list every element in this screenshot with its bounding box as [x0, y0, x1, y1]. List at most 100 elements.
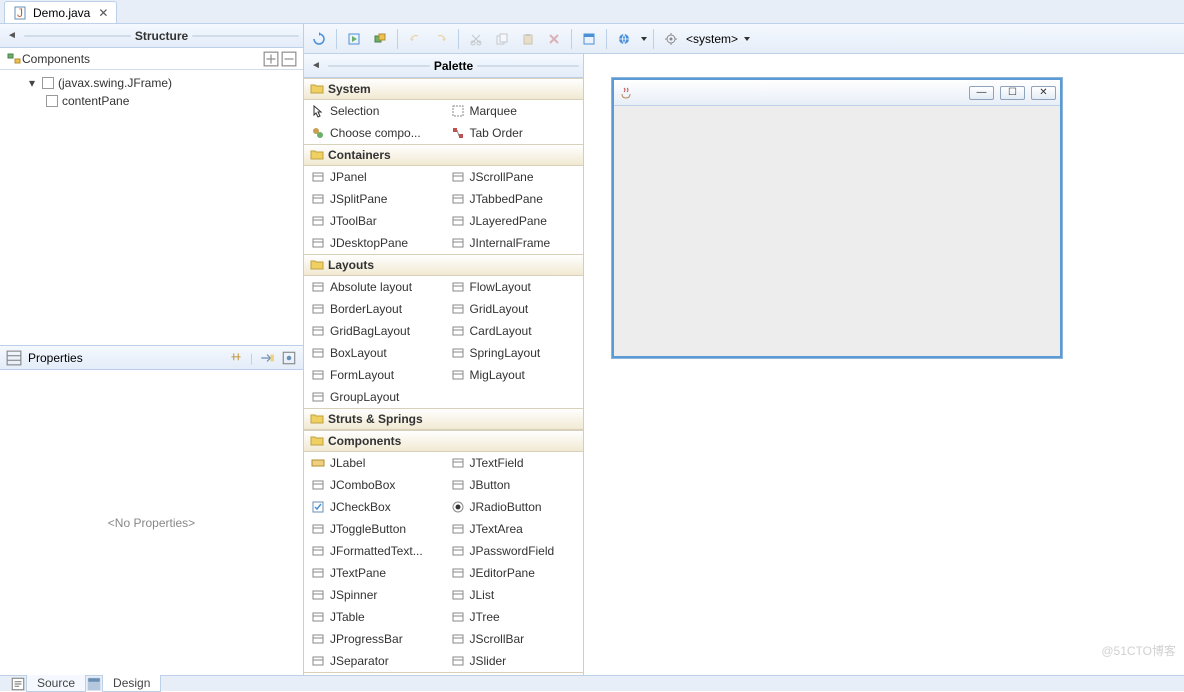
palette-item[interactable]: JRadioButton [444, 496, 584, 518]
palette-item[interactable]: JPasswordField [444, 540, 584, 562]
minimize-button[interactable]: — [969, 86, 994, 100]
tree-checkbox[interactable] [42, 77, 54, 89]
palette-category[interactable]: Layouts [304, 254, 583, 276]
palette-item[interactable]: JList [444, 584, 584, 606]
palette-item[interactable]: CardLayout [444, 320, 584, 342]
tab-design[interactable]: Design [102, 675, 161, 692]
palette-item[interactable]: JButton [444, 474, 584, 496]
tree-checkbox[interactable] [46, 95, 58, 107]
palette-item[interactable]: GridBagLayout [304, 320, 444, 342]
palette-item[interactable]: BoxLayout [304, 342, 444, 364]
collapse-all-icon[interactable] [281, 51, 297, 67]
gridlayout-icon [450, 301, 466, 317]
palette-item[interactable]: BorderLayout [304, 298, 444, 320]
palette-item[interactable]: JProgressBar [304, 628, 444, 650]
palette-item[interactable]: Choose compo... [304, 122, 444, 144]
close-icon[interactable]: ✕ [98, 6, 108, 20]
borderlayout-icon [310, 301, 326, 317]
panel-icon [310, 169, 326, 185]
palette-item[interactable]: JInternalFrame [444, 232, 584, 254]
palette-item[interactable]: JTextField [444, 452, 584, 474]
test-button[interactable] [343, 28, 365, 50]
redo-button[interactable] [430, 28, 452, 50]
palette-item[interactable]: JFormattedText... [304, 540, 444, 562]
convert-local-icon[interactable] [281, 350, 297, 366]
palette-category[interactable]: Components [304, 430, 583, 452]
close-button[interactable]: ✕ [1031, 86, 1056, 100]
folder-icon [310, 149, 324, 161]
globe-button[interactable] [613, 28, 635, 50]
laf-button[interactable] [660, 28, 682, 50]
palette-header: ◄ Palette [304, 54, 583, 78]
palette-category[interactable]: Containers [304, 144, 583, 166]
palette-item[interactable]: JSeparator [304, 650, 444, 672]
tab-source[interactable]: Source [26, 675, 86, 692]
palette-item[interactable]: JLayeredPane [444, 210, 584, 232]
choose-icon [310, 125, 326, 141]
paste-button[interactable] [517, 28, 539, 50]
palette-item[interactable]: JDesktopPane [304, 232, 444, 254]
palette-panel: ◄ Palette SystemSelectionMarqueeChoose c… [304, 54, 584, 675]
refresh-button[interactable] [308, 28, 330, 50]
properties-panel: Properties | <No Properties> [0, 345, 303, 675]
expand-all-icon[interactable] [263, 51, 279, 67]
tree-root-row[interactable]: ▾ (javax.swing.JFrame) [0, 74, 303, 92]
textfield-icon [450, 455, 466, 471]
palette-item[interactable]: JSpinner [304, 584, 444, 606]
collapse-icon[interactable]: ◄ [4, 28, 20, 44]
editor-tab[interactable]: J Demo.java ✕ [4, 1, 117, 23]
tree-child-row[interactable]: contentPane [0, 92, 303, 110]
palette-item[interactable]: JTabbedPane [444, 188, 584, 210]
cut-button[interactable] [465, 28, 487, 50]
scrollpane-icon [450, 169, 466, 185]
grouplayout-icon [310, 389, 326, 405]
palette-item[interactable]: JEditorPane [444, 562, 584, 584]
palette-item[interactable]: JLabel [304, 452, 444, 474]
palette-item[interactable]: Marquee [444, 100, 584, 122]
palette-item[interactable]: JTextPane [304, 562, 444, 584]
palette-item[interactable]: JToggleButton [304, 518, 444, 540]
design-frame[interactable]: — ☐ ✕ [612, 78, 1062, 358]
copy-button[interactable] [491, 28, 513, 50]
dropdown-icon[interactable] [641, 37, 647, 41]
palette-item[interactable]: FormLayout [304, 364, 444, 386]
palette-item[interactable]: JScrollBar [444, 628, 584, 650]
palette-item[interactable]: JSlider [444, 650, 584, 672]
component-tree[interactable]: ▾ (javax.swing.JFrame) contentPane [0, 70, 303, 345]
palette-item[interactable]: Tab Order [444, 122, 584, 144]
properties-header: Properties | [0, 346, 303, 370]
palette-item[interactable]: JTable [304, 606, 444, 628]
textarea-icon [450, 521, 466, 537]
palette-item[interactable]: JSplitPane [304, 188, 444, 210]
undo-button[interactable] [404, 28, 426, 50]
palette-category[interactable]: Swing Actions [304, 672, 583, 675]
palette-item[interactable]: JCheckBox [304, 496, 444, 518]
design-canvas[interactable]: — ☐ ✕ @51CTO博客 [584, 54, 1184, 675]
palette-item[interactable]: SpringLayout [444, 342, 584, 364]
palette-category[interactable]: System [304, 78, 583, 100]
goto-definition-icon[interactable] [259, 350, 275, 366]
externalize-button[interactable] [369, 28, 391, 50]
dropdown-icon[interactable] [744, 37, 750, 41]
palette-item[interactable]: JComboBox [304, 474, 444, 496]
palette-item[interactable]: JPanel [304, 166, 444, 188]
delete-button[interactable] [543, 28, 565, 50]
palette-list[interactable]: SystemSelectionMarqueeChoose compo...Tab… [304, 78, 583, 675]
java-cup-icon [618, 85, 634, 101]
palette-item[interactable]: JTree [444, 606, 584, 628]
palette-item[interactable]: MigLayout [444, 364, 584, 386]
collapse-icon[interactable]: ◄ [308, 58, 324, 74]
palette-item[interactable]: JToolBar [304, 210, 444, 232]
palette-item[interactable]: GroupLayout [304, 386, 444, 408]
palette-item[interactable]: JTextArea [444, 518, 584, 540]
maximize-button[interactable]: ☐ [1000, 86, 1025, 100]
preview-button[interactable] [578, 28, 600, 50]
palette-item[interactable]: GridLayout [444, 298, 584, 320]
expander-icon[interactable]: ▾ [26, 76, 38, 90]
palette-item[interactable]: JScrollPane [444, 166, 584, 188]
palette-item[interactable]: Selection [304, 100, 444, 122]
palette-category[interactable]: Struts & Springs [304, 408, 583, 430]
palette-item[interactable]: FlowLayout [444, 276, 584, 298]
show-advanced-icon[interactable] [228, 350, 244, 366]
palette-item[interactable]: Absolute layout [304, 276, 444, 298]
